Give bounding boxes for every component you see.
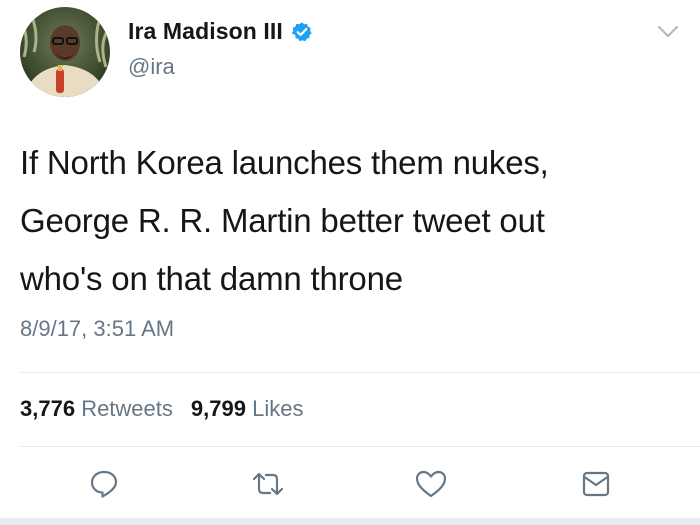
like-button[interactable] <box>409 462 453 506</box>
author-handle[interactable]: @ira <box>128 54 175 80</box>
display-name[interactable]: Ira Madison III <box>128 18 283 45</box>
retweets-label: Retweets <box>81 396 173 421</box>
reply-button[interactable] <box>82 462 126 506</box>
tweet-text-line: who's on that damn throne <box>20 260 403 297</box>
like-icon <box>415 470 447 498</box>
tweet-text-line: If North Korea launches them nukes, <box>20 144 549 181</box>
likes-count: 9,799 <box>190 396 246 421</box>
share-button[interactable] <box>574 462 618 506</box>
chevron-down-icon[interactable] <box>656 24 680 40</box>
retweet-button[interactable] <box>246 462 290 506</box>
likes-stat[interactable]: 9,799 Likes <box>191 396 304 422</box>
divider <box>20 372 700 373</box>
action-bar <box>0 462 700 510</box>
bottom-bar <box>0 518 700 525</box>
share-icon <box>582 471 610 497</box>
tweet-text: If North Korea launches them nukes, Geor… <box>20 134 680 308</box>
retweets-count: 3,776 <box>20 396 76 421</box>
tweet-text-line: George R. R. Martin better tweet out <box>20 202 545 239</box>
reply-icon <box>90 470 118 498</box>
tweet-card: Ira Madison III @ira If North Korea laun… <box>0 0 700 525</box>
avatar-image <box>20 7 110 97</box>
retweet-icon <box>252 472 284 496</box>
verified-badge-icon <box>291 21 313 43</box>
engagement-stats: 3,776 Retweets 9,799 Likes <box>20 396 303 422</box>
avatar[interactable] <box>20 7 110 97</box>
divider <box>20 446 700 447</box>
author-name-row: Ira Madison III <box>128 18 313 45</box>
tweet-timestamp[interactable]: 8/9/17, 3:51 AM <box>20 316 174 342</box>
likes-label: Likes <box>252 396 304 421</box>
retweets-stat[interactable]: 3,776 Retweets <box>20 396 173 422</box>
